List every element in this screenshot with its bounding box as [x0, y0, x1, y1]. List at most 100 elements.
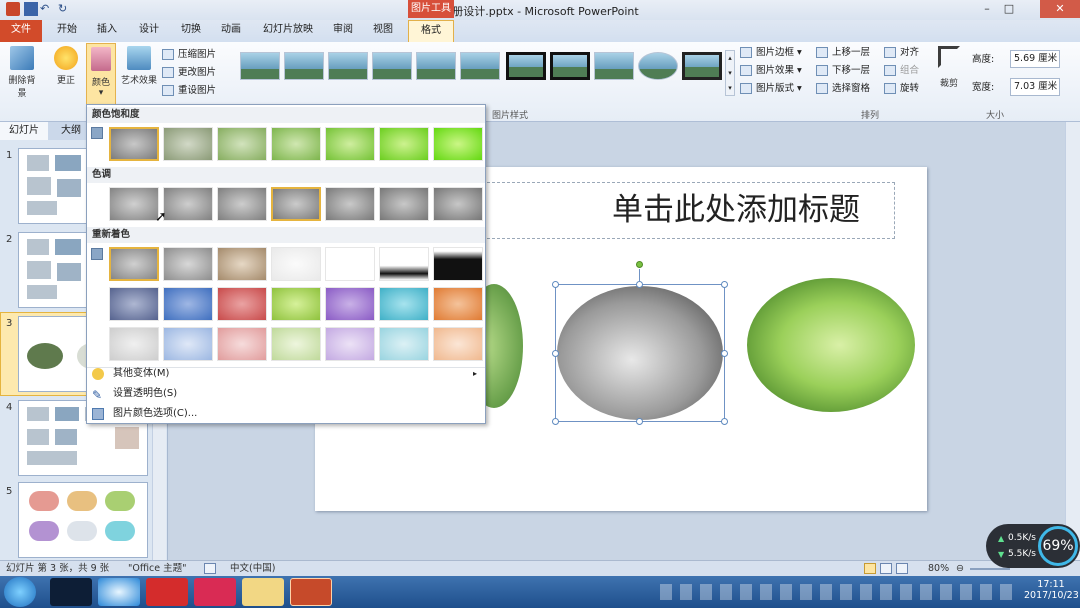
- tone-swatch-4[interactable]: [271, 187, 321, 221]
- tab-format[interactable]: 格式: [408, 20, 454, 43]
- picture-style-8[interactable]: [550, 52, 590, 80]
- crop-button[interactable]: 裁剪: [934, 46, 964, 89]
- saturation-66-swatch[interactable]: [217, 127, 267, 161]
- corrections-button[interactable]: 更正: [50, 46, 82, 86]
- tone-swatch-7[interactable]: [433, 187, 483, 221]
- recolor-sepia[interactable]: [217, 247, 267, 281]
- tab-review[interactable]: 审阅: [326, 20, 360, 42]
- picture-style-3[interactable]: [328, 52, 368, 80]
- resize-handle[interactable]: [552, 350, 559, 357]
- recolor-light-7[interactable]: [433, 327, 483, 361]
- align-button[interactable]: 对齐: [884, 44, 928, 62]
- resize-handle[interactable]: [552, 281, 559, 288]
- browser-taskbar-icon[interactable]: [98, 578, 140, 606]
- app-g-taskbar-icon[interactable]: [146, 578, 188, 606]
- photoshop-taskbar-icon[interactable]: [50, 578, 92, 606]
- resize-handle[interactable]: [721, 281, 728, 288]
- title-placeholder[interactable]: 单击此处添加标题: [447, 182, 895, 239]
- picture-green-right[interactable]: [747, 278, 915, 412]
- close-button[interactable]: ✕: [1040, 0, 1080, 18]
- recolor-washout[interactable]: [271, 247, 321, 281]
- reading-view-icon[interactable]: [896, 563, 908, 574]
- picture-style-4[interactable]: [372, 52, 412, 80]
- rotate-button[interactable]: 旋转: [884, 80, 928, 98]
- recolor-dark-3[interactable]: [217, 287, 267, 321]
- width-input[interactable]: 7.03 厘米: [1010, 78, 1060, 96]
- recolor-dark-2[interactable]: [163, 287, 213, 321]
- set-transparent-color-item[interactable]: 设置透明色(S): [87, 384, 485, 404]
- recolor-light-3[interactable]: [217, 327, 267, 361]
- change-picture-button[interactable]: 更改图片: [162, 64, 232, 82]
- resize-handle[interactable]: [636, 281, 643, 288]
- rotation-handle[interactable]: [636, 261, 643, 268]
- compress-pictures-button[interactable]: 压缩图片: [162, 46, 232, 64]
- resize-handle[interactable]: [721, 418, 728, 425]
- tab-animations[interactable]: 动画: [214, 20, 248, 42]
- height-input[interactable]: 5.69 厘米: [1010, 50, 1060, 68]
- zoom-slider[interactable]: [970, 568, 1010, 570]
- recolor-dark-6[interactable]: [379, 287, 429, 321]
- recolor-black-white-75[interactable]: [433, 247, 483, 281]
- recolor-light-2[interactable]: [163, 327, 213, 361]
- tab-file[interactable]: 文件: [0, 20, 42, 42]
- maximize-button[interactable]: □: [998, 0, 1020, 18]
- resize-handle[interactable]: [721, 350, 728, 357]
- spellcheck-icon[interactable]: [204, 563, 216, 574]
- saturation-33-swatch[interactable]: [163, 127, 213, 161]
- tone-swatch-1[interactable]: [109, 187, 159, 221]
- picture-style-2[interactable]: [284, 52, 324, 80]
- normal-view-icon[interactable]: [864, 563, 876, 574]
- tab-home[interactable]: 开始: [50, 20, 84, 42]
- tab-slides[interactable]: 幻灯片: [0, 122, 48, 140]
- picture-style-1[interactable]: [240, 52, 280, 80]
- recolor-dark-1[interactable]: [109, 287, 159, 321]
- tab-view[interactable]: 视图: [366, 20, 400, 42]
- recolor-light-1[interactable]: [109, 327, 159, 361]
- recolor-dark-5[interactable]: [325, 287, 375, 321]
- tone-swatch-3[interactable]: [217, 187, 267, 221]
- picture-border-button[interactable]: 图片边框 ▾: [740, 44, 814, 62]
- group-button[interactable]: 组合: [884, 62, 928, 80]
- explorer-taskbar-icon[interactable]: [242, 578, 284, 606]
- system-tray-icons[interactable]: [660, 584, 1016, 600]
- tab-design[interactable]: 设计: [132, 20, 166, 42]
- saturation-133-swatch[interactable]: [325, 127, 375, 161]
- app-youjia-taskbar-icon[interactable]: [194, 578, 236, 606]
- recolor-black-white-25[interactable]: [325, 247, 375, 281]
- recolor-light-5[interactable]: [325, 327, 375, 361]
- start-button[interactable]: [4, 577, 36, 607]
- remove-background-button[interactable]: 删除背景: [6, 46, 38, 99]
- styles-gallery-scroll[interactable]: ▴ ▾ ▾: [725, 50, 735, 96]
- zoom-out-icon[interactable]: ⊖: [956, 561, 964, 576]
- picture-style-5[interactable]: [416, 52, 456, 80]
- powerpoint-taskbar-icon[interactable]: [290, 578, 332, 606]
- recolor-black-white-50[interactable]: [379, 247, 429, 281]
- tab-insert[interactable]: 插入: [90, 20, 124, 42]
- recolor-dark-7[interactable]: [433, 287, 483, 321]
- recolor-light-6[interactable]: [379, 327, 429, 361]
- picture-layout-button[interactable]: 图片版式 ▾: [740, 80, 814, 98]
- tab-slideshow[interactable]: 幻灯片放映: [256, 20, 320, 42]
- saturation-100-swatch[interactable]: [271, 127, 321, 161]
- slide-scrollbar[interactable]: [1065, 122, 1080, 560]
- saturation-300-swatch[interactable]: [433, 127, 483, 161]
- tone-swatch-2[interactable]: [163, 187, 213, 221]
- picture-effects-button[interactable]: 图片效果 ▾: [740, 62, 814, 80]
- bring-forward-button[interactable]: 上移一层: [816, 44, 882, 62]
- recolor-grayscale[interactable]: [163, 247, 213, 281]
- picture-style-10[interactable]: [638, 52, 678, 80]
- resize-handle[interactable]: [552, 418, 559, 425]
- recolor-no-recolor[interactable]: [109, 247, 159, 281]
- picture-style-7[interactable]: [506, 52, 546, 80]
- tone-swatch-6[interactable]: [379, 187, 429, 221]
- minimize-button[interactable]: –: [976, 0, 998, 18]
- saturation-200-swatch[interactable]: [379, 127, 429, 161]
- resize-handle[interactable]: [636, 418, 643, 425]
- picture-style-11[interactable]: [682, 52, 722, 80]
- language-status[interactable]: 中文(中国): [230, 561, 275, 576]
- zoom-level[interactable]: 80%: [928, 561, 949, 576]
- recolor-light-4[interactable]: [271, 327, 321, 361]
- color-button[interactable]: 颜色 ▾: [86, 43, 116, 105]
- more-variations-item[interactable]: 其他变体(M) ▸: [87, 364, 485, 384]
- picture-color-options-item[interactable]: 图片颜色选项(C)...: [87, 404, 485, 424]
